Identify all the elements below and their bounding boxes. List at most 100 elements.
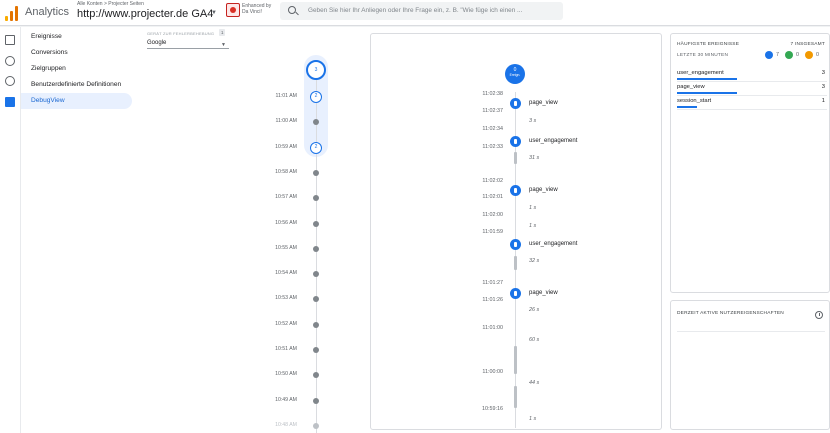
stream-duration: 60 s <box>529 337 540 343</box>
minute-dot[interactable] <box>313 245 319 252</box>
stream-timestamp: 11:02:38 <box>482 91 503 97</box>
top-event-row[interactable]: user_engagement 3 <box>677 68 827 82</box>
event-icon <box>510 288 521 299</box>
event-type-counts: 7 0 0 <box>765 50 825 60</box>
seconds-stream: 0 Ereign. 11:02:38 11:02:37 11:02:34 11:02:… <box>370 33 662 430</box>
minute-row: 10:51 AM <box>133 344 363 356</box>
stream-event[interactable]: page_view <box>510 185 660 197</box>
minute-event-count[interactable]: 2 <box>310 141 322 154</box>
top-event-name: user_engagement <box>677 70 724 76</box>
event-icon <box>510 239 521 250</box>
search-placeholder[interactable]: Geben Sie hier Ihr Anliegen oder Ihre Fr… <box>308 7 522 14</box>
left-icon-rail <box>0 27 21 433</box>
minute-row: 10:49 AM <box>133 395 363 407</box>
top-event-row[interactable]: session_start 1 <box>677 96 827 110</box>
minute-time-label: 10:59 AM <box>275 143 297 150</box>
nav-item-zielgruppen[interactable]: Zielgruppen <box>21 61 132 77</box>
stream-timestamp: 10:59:16 <box>482 406 503 412</box>
configure-icon[interactable] <box>5 97 15 107</box>
stream-timestamp: 11:01:00 <box>482 325 503 331</box>
top-event-share-bar <box>677 78 737 80</box>
extension-icon[interactable] <box>226 3 240 17</box>
minute-time-label: 10:53 AM <box>275 295 297 302</box>
minute-dot[interactable] <box>313 169 319 176</box>
divider <box>677 331 825 332</box>
minute-dot[interactable] <box>313 220 319 227</box>
minute-dot[interactable] <box>313 119 319 126</box>
minute-time-label: 11:01 AM <box>275 93 297 99</box>
property-selector[interactable]: http://www.projecter.de GA4 <box>77 8 213 20</box>
minute-dot[interactable] <box>313 296 319 303</box>
breadcrumb[interactable]: Alle Konten > Projecter Seiten <box>77 1 144 7</box>
minute-time-label: 10:54 AM <box>275 270 297 277</box>
seconds-top-counter[interactable]: 0 Ereign. <box>505 64 525 84</box>
minute-dot[interactable] <box>313 271 319 278</box>
top-events-title: HÄUFIGSTE EREIGNISSE <box>677 42 740 47</box>
minute-dot[interactable] <box>313 397 319 404</box>
stream-event-name: page_view <box>529 100 558 106</box>
minute-row: 10:59 AM 2 <box>133 141 363 154</box>
top-event-count: 3 <box>821 70 825 76</box>
minute-time-label: 11:00 AM <box>275 118 297 125</box>
explore-icon[interactable] <box>5 56 15 66</box>
top-event-count: 1 <box>821 98 825 104</box>
stream-duration: 44 s <box>529 380 540 386</box>
minute-row: 11:00 AM <box>133 116 363 128</box>
top-event-row[interactable]: page_view 3 <box>677 82 827 96</box>
gap-marker <box>514 386 517 408</box>
nav-item-ereignisse[interactable]: Ereignisse <box>21 29 132 45</box>
nav-item-debugview[interactable]: DebugView <box>21 93 132 109</box>
analytics-logo-icon[interactable] <box>5 5 18 21</box>
nav-item-custom-definitions[interactable]: Benutzerdefinierte Definitionen <box>21 77 132 93</box>
stream-event[interactable]: page_view <box>510 98 660 110</box>
history-icon[interactable] <box>815 311 823 319</box>
event-count: 7 <box>765 50 785 60</box>
stream-timestamp: 11:01:27 <box>482 280 503 286</box>
stream-duration: 3 s <box>529 118 537 124</box>
minute-time-label: 10:56 AM <box>275 219 297 226</box>
stream-duration: 1 s <box>529 205 537 211</box>
stream-event[interactable]: user_engagement <box>510 136 660 148</box>
search-bar[interactable]: Geben Sie hier Ihr Anliegen oder Ihre Fr… <box>280 2 563 20</box>
nav-item-conversions[interactable]: Conversions <box>21 45 132 61</box>
top-event-share-bar <box>677 92 737 94</box>
minute-timeline: 3 11:01 AM 2 11:00 AM 10:59 AM 2 10:58 AM 10:5… <box>133 27 363 433</box>
debugview-main: GERÄT ZUR FEHLERBEHEBUNG 1 Google ▼ 3 11… <box>133 27 830 433</box>
minute-dot[interactable] <box>313 321 319 328</box>
minute-event-count[interactable]: 2 <box>310 91 322 103</box>
error-icon <box>805 51 813 59</box>
stream-duration: 1 s <box>529 223 537 229</box>
minute-dot[interactable] <box>313 422 319 429</box>
stream-event[interactable]: page_view <box>510 288 660 300</box>
top-event-count: 3 <box>821 84 825 90</box>
minute-dot[interactable] <box>313 372 319 379</box>
reports-icon[interactable] <box>5 35 15 45</box>
event-icon <box>510 136 521 147</box>
gap-marker <box>514 346 517 374</box>
stream-event-name: page_view <box>529 290 558 296</box>
minute-dot[interactable] <box>313 195 319 202</box>
conversion-count: 0 <box>785 50 805 60</box>
minute-row: 10:58 AM <box>133 167 363 179</box>
stream-event[interactable]: user_engagement <box>510 239 660 251</box>
stream-timestamp: 11:01:26 <box>482 297 503 303</box>
top-events-card: HÄUFIGSTE EREIGNISSE 7 INSGESAMT LETZTE … <box>670 33 830 293</box>
stream-timestamp: 11:02:33 <box>482 144 503 150</box>
error-count: 0 <box>805 50 825 60</box>
chevron-down-icon[interactable]: ▼ <box>211 10 217 16</box>
stream-timestamp: 11:02:37 <box>482 108 503 114</box>
top-event-name: session_start <box>677 98 712 104</box>
search-icon <box>288 6 296 14</box>
minute-dot[interactable] <box>313 347 319 353</box>
stream-timestamp: 11:02:02 <box>482 178 503 184</box>
count-value: 0 <box>816 52 819 58</box>
stream-timestamp: 11:02:00 <box>482 212 503 218</box>
minute-top-counter[interactable]: 3 <box>306 60 326 80</box>
gap-marker <box>514 256 517 270</box>
event-icon <box>765 51 773 59</box>
stream-timestamp: 11:00:00 <box>482 369 503 375</box>
minute-row: 10:48 AM <box>133 420 363 432</box>
stream-duration: 31 s <box>529 155 540 161</box>
advertising-icon[interactable] <box>5 76 15 86</box>
stream-duration: 1 s <box>529 416 537 422</box>
